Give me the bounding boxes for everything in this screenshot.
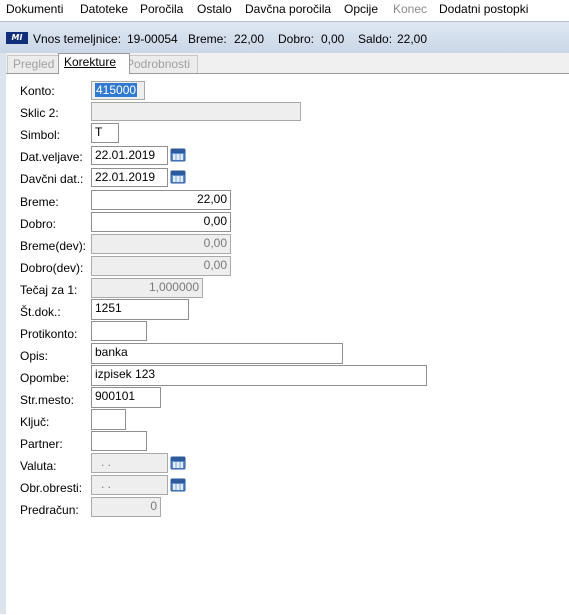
- partner-field[interactable]: [91, 431, 147, 451]
- header-dobro-value: 0,00: [321, 32, 345, 46]
- obr-obresti-value: . .: [101, 477, 112, 491]
- breme-field[interactable]: 22,00: [91, 190, 231, 210]
- davcni-dat-label: Davčni dat.:: [20, 172, 84, 186]
- st-dok-label: Št.dok.:: [20, 305, 61, 319]
- tab-pregled[interactable]: Pregled: [7, 55, 65, 73]
- predracun-label: Predračun:: [20, 503, 79, 517]
- kljuc-label: Ključ:: [20, 415, 50, 429]
- header-breme-value: 22,00: [234, 32, 265, 46]
- dobro-field[interactable]: 0,00: [91, 212, 231, 232]
- str-mesto-field[interactable]: 900101: [91, 387, 161, 408]
- obr-obresti-label: Obr.obresti:: [20, 481, 83, 495]
- valuta-field[interactable]: . .: [91, 453, 168, 473]
- header-dobro-label: Dobro:: [278, 32, 315, 46]
- breme-dev-label: Breme(dev):: [20, 239, 87, 253]
- header-breme-label: Breme:: [188, 32, 227, 46]
- konto-value: 415000: [95, 83, 138, 97]
- opis-label: Opis:: [20, 349, 49, 363]
- header-title-value: 19-00054: [127, 32, 178, 46]
- opombe-label: Opombe:: [20, 371, 70, 385]
- tab-korekture[interactable]: Korekture: [58, 53, 130, 74]
- dat-veljave-field[interactable]: 22.01.2019: [91, 146, 168, 165]
- davcni-dat-field[interactable]: 22.01.2019: [91, 168, 168, 187]
- header-saldo-value: 22,00: [397, 32, 428, 46]
- konto-field[interactable]: 415000: [91, 81, 145, 100]
- header-title-label: Vnos temeljnice:: [33, 32, 122, 46]
- sklic2-label: Sklic 2:: [20, 106, 59, 120]
- menu-konec[interactable]: Konec: [393, 2, 427, 16]
- predracun-field[interactable]: 0: [91, 497, 161, 517]
- tab-podrobnosti[interactable]: Podrobnosti: [120, 55, 198, 73]
- simbol-field[interactable]: T: [91, 123, 119, 143]
- document-header: MI Vnos temeljnice: 19-00054 Breme: 22,0…: [0, 21, 569, 55]
- obr-obresti-field[interactable]: . .: [91, 475, 168, 495]
- tab-korekture-label: Korekture: [64, 55, 117, 69]
- calendar-icon[interactable]: [170, 477, 186, 492]
- protikonto-field[interactable]: [91, 321, 147, 341]
- simbol-label: Simbol:: [20, 128, 61, 142]
- str-mesto-label: Str.mesto:: [20, 393, 75, 407]
- valuta-label: Valuta:: [20, 459, 57, 473]
- konto-label: Konto:: [20, 84, 55, 98]
- opombe-field[interactable]: izpisek 123: [91, 365, 427, 386]
- menu-ostalo[interactable]: Ostalo: [197, 2, 232, 16]
- opis-field[interactable]: banka: [91, 343, 343, 364]
- calendar-icon[interactable]: [170, 147, 186, 162]
- protikonto-label: Protikonto:: [20, 327, 78, 341]
- menu-porocila[interactable]: Poročila: [140, 2, 183, 16]
- menu-datoteke[interactable]: Datoteke: [80, 2, 128, 16]
- menu-davcna-porocila[interactable]: Davčna poročila: [245, 2, 331, 16]
- tecaj-label: Tečaj za 1:: [20, 283, 78, 297]
- tecaj-field[interactable]: 1,000000: [91, 278, 203, 298]
- menu-dokumenti[interactable]: Dokumenti: [6, 2, 63, 16]
- dobro-dev-field[interactable]: 0,00: [91, 256, 231, 276]
- calendar-icon[interactable]: [170, 455, 186, 470]
- dobro-dev-label: Dobro(dev):: [20, 261, 84, 275]
- menu-bar: Dokumenti Datoteke Poročila Ostalo Davčn…: [0, 0, 569, 20]
- breme-label: Breme:: [20, 195, 59, 209]
- breme-dev-field[interactable]: 0,00: [91, 234, 231, 254]
- dat-veljave-label: Dat.veljave:: [20, 150, 83, 164]
- menu-opcije[interactable]: Opcije: [344, 2, 378, 16]
- valuta-value: . .: [101, 455, 112, 469]
- header-saldo-label: Saldo:: [358, 32, 393, 46]
- partner-label: Partner:: [20, 437, 63, 451]
- dobro-label: Dobro:: [20, 217, 57, 231]
- st-dok-field[interactable]: 1251: [91, 299, 189, 320]
- app-logo: MI: [6, 32, 28, 44]
- calendar-icon[interactable]: [170, 169, 186, 184]
- kljuc-field[interactable]: [91, 409, 126, 430]
- menu-dodatni-postopki[interactable]: Dodatni postopki: [439, 2, 528, 16]
- tab-strip: Pregled Korekture Podrobnosti: [6, 53, 569, 74]
- sklic2-field[interactable]: [91, 102, 301, 121]
